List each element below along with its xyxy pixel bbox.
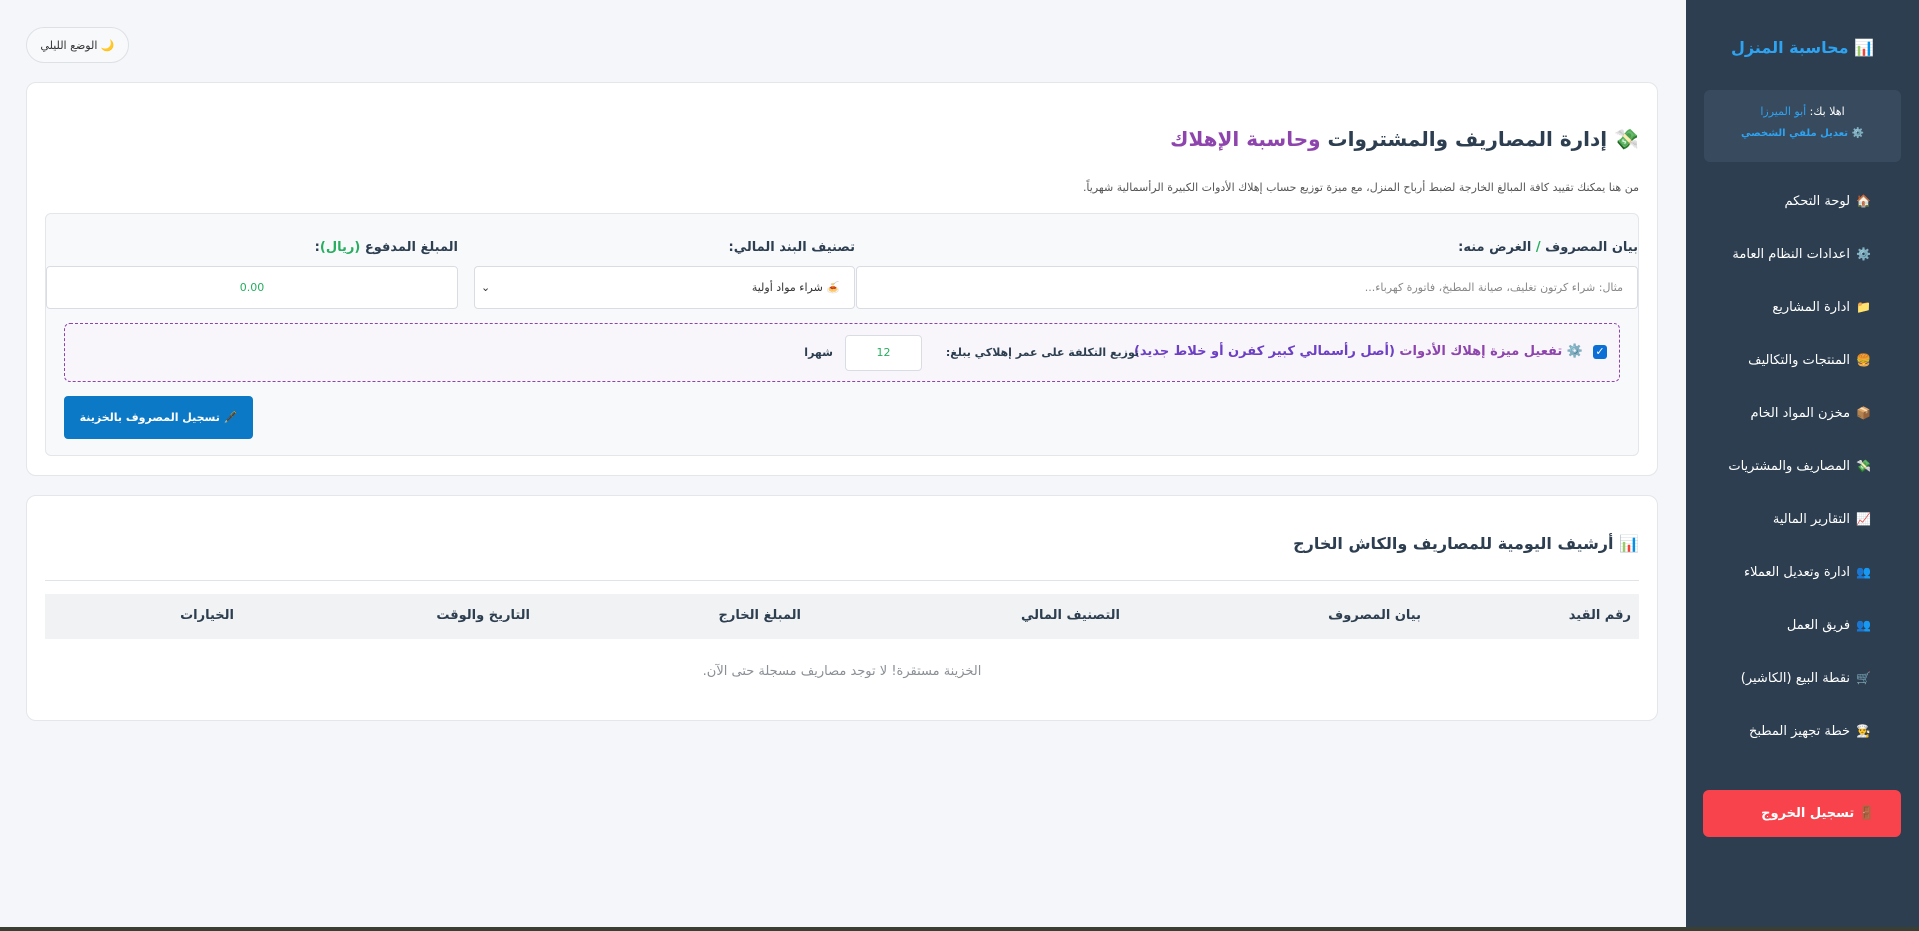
sidebar-item-expenses[interactable]: 💸 المصاريف والمشتريات <box>1704 449 1901 502</box>
column-header: التصنيف المالي <box>1020 608 1120 623</box>
depreciation-box: ✓ ⚙️ تفعيل ميزة إهلاك الأدوات (أصل رأسما… <box>64 323 1620 382</box>
cart-icon: 🛒 <box>1856 671 1871 685</box>
money-wings-icon: 💸 <box>1856 459 1871 473</box>
category-select[interactable]: 🍝 شراء مواد أولية ⌄ <box>474 266 855 309</box>
archive-card: 📊 أرشيف اليومية للمصاريف والكاش الخارج ر… <box>26 495 1658 721</box>
column-header: الخيارات <box>180 608 234 623</box>
submit-expense-button[interactable]: 🖋️ تسجيل المصروف بالخزينة <box>64 396 253 439</box>
sidebar-item-projects[interactable]: 📁 ادارة المشاريع <box>1704 290 1901 343</box>
category-selected-value: 🍝 شراء مواد أولية <box>751 281 840 294</box>
sidebar-item-label: التقارير المالية <box>1772 512 1851 527</box>
sidebar-item-label: مخزن المواد الخام <box>1750 406 1851 421</box>
description-label-a: بيان المصروف <box>1540 240 1638 255</box>
sidebar-item-label: ادارة المشاريع <box>1772 300 1851 315</box>
sidebar-item-dashboard[interactable]: 🏠 لوحة التحكم <box>1704 184 1901 237</box>
sidebar-item-label: لوحة التحكم <box>1784 194 1851 209</box>
category-label: تصنيف البند المالي: <box>728 240 855 255</box>
table-header: رقم القيد بيان المصروف التصنيف المالي ال… <box>45 594 1639 639</box>
expense-form: بيان المصروف / الغرض منه: تصنيف البند ال… <box>45 213 1639 456</box>
gear-icon: ⚙️ <box>1566 344 1583 359</box>
expense-form-card: 💸 إدارة المصاريف والمشتروات وحاسبة الإهل… <box>26 82 1658 476</box>
page-title-main: إدارة المصاريف والمشتروات <box>1320 127 1608 151</box>
page-title: 💸 إدارة المصاريف والمشتروات وحاسبة الإهل… <box>1170 127 1639 151</box>
amount-label-a: المبلغ المدفوع <box>360 240 458 255</box>
column-header: المبلغ الخارج <box>718 608 801 623</box>
amount-input[interactable]: 0.00 <box>46 266 458 309</box>
empty-state-message: الخزينة مستقرة! لا توجد مصاريف مسجلة حتى… <box>702 664 982 679</box>
edit-profile-link[interactable]: ⚙️ تعديل ملفي الشخصي <box>1704 128 1901 139</box>
sidebar-item-customers[interactable]: 👥 ادارة وتعديل العملاء <box>1704 555 1901 608</box>
column-header: التاريخ والوقت <box>436 608 530 623</box>
username: أبو الميرزا <box>1760 105 1807 118</box>
users-icon: 👥 <box>1856 565 1871 579</box>
page-title-accent: وحاسبة الإهلاك <box>1170 127 1321 151</box>
sidebar-item-settings[interactable]: ⚙️ اعدادات النظام العامة <box>1704 237 1901 290</box>
sidebar-item-label: المنتجات والتكاليف <box>1748 353 1851 368</box>
depreciation-label: ⚙️ تفعيل ميزة إهلاك الأدوات (أصل رأسمالي… <box>1134 344 1583 359</box>
sidebar-item-reports[interactable]: 📈 التقارير المالية <box>1704 502 1901 555</box>
depreciation-distribute-label: توزيع التكلفة على عمر إهلاكي يبلغ: <box>945 346 1139 359</box>
sidebar-item-kitchen-plan[interactable]: 👨‍🍳 خطة تجهيز المطبخ <box>1704 714 1901 767</box>
depreciation-months-unit: شهرا <box>804 346 833 359</box>
chevron-down-icon: ⌄ <box>481 281 491 294</box>
sidebar-item-products[interactable]: 🍔 المنتجات والتكاليف <box>1704 343 1901 396</box>
description-label: بيان المصروف / الغرض منه: <box>1458 240 1638 255</box>
money-wings-icon: 💸 <box>1614 127 1639 151</box>
taskbar-strip <box>0 927 1919 931</box>
sidebar-item-label: نقطة البيع (الكاشير) <box>1740 671 1851 686</box>
greeting-label: اهلا بك: <box>1806 105 1845 118</box>
depreciation-label-text: تفعيل ميزة إهلاك الأدوات <box>1394 344 1567 359</box>
users-icon: 👥 <box>1856 618 1871 632</box>
sidebar-item-label: ادارة وتعديل العملاء <box>1743 565 1851 580</box>
chart-icon: 📈 <box>1856 512 1871 526</box>
gear-icon: ⚙️ <box>1856 247 1871 261</box>
depreciation-months-input[interactable]: 12 <box>845 335 922 371</box>
sidebar: 📊 محاسبة المنزل اهلا بك: أبو الميرزا ⚙️ … <box>1686 0 1919 931</box>
sidebar-item-inventory[interactable]: 📦 مخزن المواد الخام <box>1704 396 1901 449</box>
sidebar-item-label: المصاريف والمشتريات <box>1728 459 1851 474</box>
sidebar-item-label: اعدادات النظام العامة <box>1732 247 1851 262</box>
home-icon: 🏠 <box>1856 194 1871 208</box>
description-label-b: الغرض منه: <box>1458 240 1536 255</box>
folder-icon: 📁 <box>1856 300 1871 314</box>
sidebar-item-label: خطة تجهيز المطبخ <box>1748 724 1851 739</box>
divider <box>45 580 1639 581</box>
sidebar-item-pos[interactable]: 🛒 نقطة البيع (الكاشير) <box>1704 661 1901 714</box>
box-icon: 📦 <box>1856 406 1871 420</box>
column-header: بيان المصروف <box>1328 608 1421 623</box>
brand-title: 📊 محاسبة المنزل <box>1730 38 1875 57</box>
user-box: اهلا بك: أبو الميرزا ⚙️ تعديل ملفي الشخص… <box>1704 90 1901 162</box>
night-mode-toggle[interactable]: 🌙 الوضع الليلي <box>26 27 129 63</box>
logout-button[interactable]: 🚪 تسجيل الخروج <box>1703 790 1901 837</box>
chef-icon: 👨‍🍳 <box>1856 724 1871 738</box>
sidebar-item-team[interactable]: 👥 فريق العمل <box>1704 608 1901 661</box>
burger-icon: 🍔 <box>1856 353 1871 367</box>
sidebar-menu: 🏠 لوحة التحكم ⚙️ اعدادات النظام العامة 📁 اد… <box>1704 184 1901 767</box>
amount-label-unit: (ريال) <box>319 240 361 255</box>
column-header: رقم القيد <box>1568 608 1631 623</box>
archive-title: 📊 أرشيف اليومية للمصاريف والكاش الخارج <box>1293 534 1639 553</box>
amount-label: المبلغ المدفوع (ريال): <box>315 240 458 255</box>
description-input[interactable]: مثال: شراء كرتون تغليف، صيانة المطبخ، فا… <box>856 266 1638 309</box>
depreciation-label-note: (أصل رأسمالي كبير كفرن أو خلاط جديد) <box>1133 344 1395 359</box>
depreciation-checkbox[interactable]: ✓ <box>1593 345 1607 359</box>
sidebar-item-label: فريق العمل <box>1786 618 1851 633</box>
page-description: من هنا يمكنك تقييد كافة المبالغ الخارجة … <box>1082 181 1639 194</box>
